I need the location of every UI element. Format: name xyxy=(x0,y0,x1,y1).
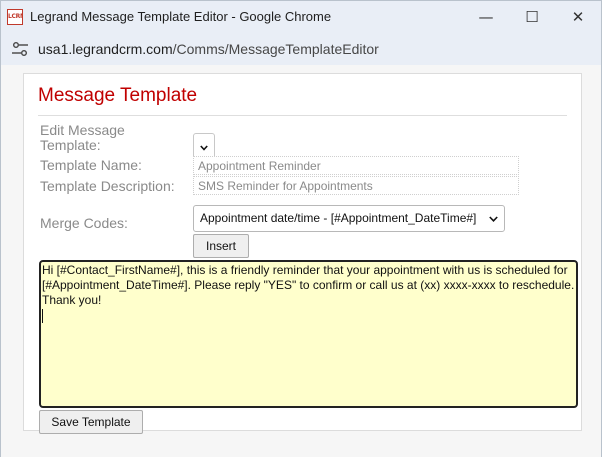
page-content: Message Template Edit Message Template: … xyxy=(1,65,601,457)
app-logo-icon: LCRM xyxy=(7,9,23,25)
message-body-text: Hi [#Contact_FirstName#], this is a frie… xyxy=(42,263,575,307)
title-bar: LCRM Legrand Message Template Editor - G… xyxy=(1,1,601,33)
template-description-field[interactable]: SMS Reminder for Appointments xyxy=(193,176,519,195)
template-panel: Message Template Edit Message Template: … xyxy=(23,73,582,434)
template-name-label: Template Name: xyxy=(40,157,142,173)
site-settings-icon[interactable] xyxy=(11,41,29,57)
merge-codes-select[interactable]: Appointment date/time - [#Appointment_Da… xyxy=(193,205,505,232)
chevron-down-icon xyxy=(200,145,208,151)
merge-codes-selected: Appointment date/time - [#Appointment_Da… xyxy=(200,211,477,225)
maximize-button[interactable]: ☐ xyxy=(509,1,555,33)
text-caret xyxy=(42,309,43,323)
template-name-field[interactable]: Appointment Reminder xyxy=(193,156,519,175)
insert-button[interactable]: Insert xyxy=(193,234,249,258)
url-host: usa1.legrandcrm.com xyxy=(38,41,173,57)
title-divider xyxy=(38,115,567,116)
window-title: Legrand Message Template Editor - Google… xyxy=(30,9,332,24)
browser-window: LCRM Legrand Message Template Editor - G… xyxy=(0,0,602,457)
message-body-textarea[interactable]: Hi [#Contact_FirstName#], this is a frie… xyxy=(39,260,578,408)
close-button[interactable]: ✕ xyxy=(555,1,601,33)
chevron-down-icon xyxy=(489,216,498,222)
url-field[interactable]: usa1.legrandcrm.com/Comms/MessageTemplat… xyxy=(38,41,379,57)
template-description-label: Template Description: xyxy=(40,178,175,194)
minimize-button[interactable]: — xyxy=(463,1,509,33)
merge-codes-label: Merge Codes: xyxy=(40,215,128,231)
page-title: Message Template xyxy=(38,85,198,106)
url-path: /Comms/MessageTemplateEditor xyxy=(172,41,379,57)
edit-template-label: Edit Message Template: xyxy=(40,122,125,153)
address-bar: usa1.legrandcrm.com/Comms/MessageTemplat… xyxy=(1,33,601,65)
save-template-button[interactable]: Save Template xyxy=(39,410,143,434)
